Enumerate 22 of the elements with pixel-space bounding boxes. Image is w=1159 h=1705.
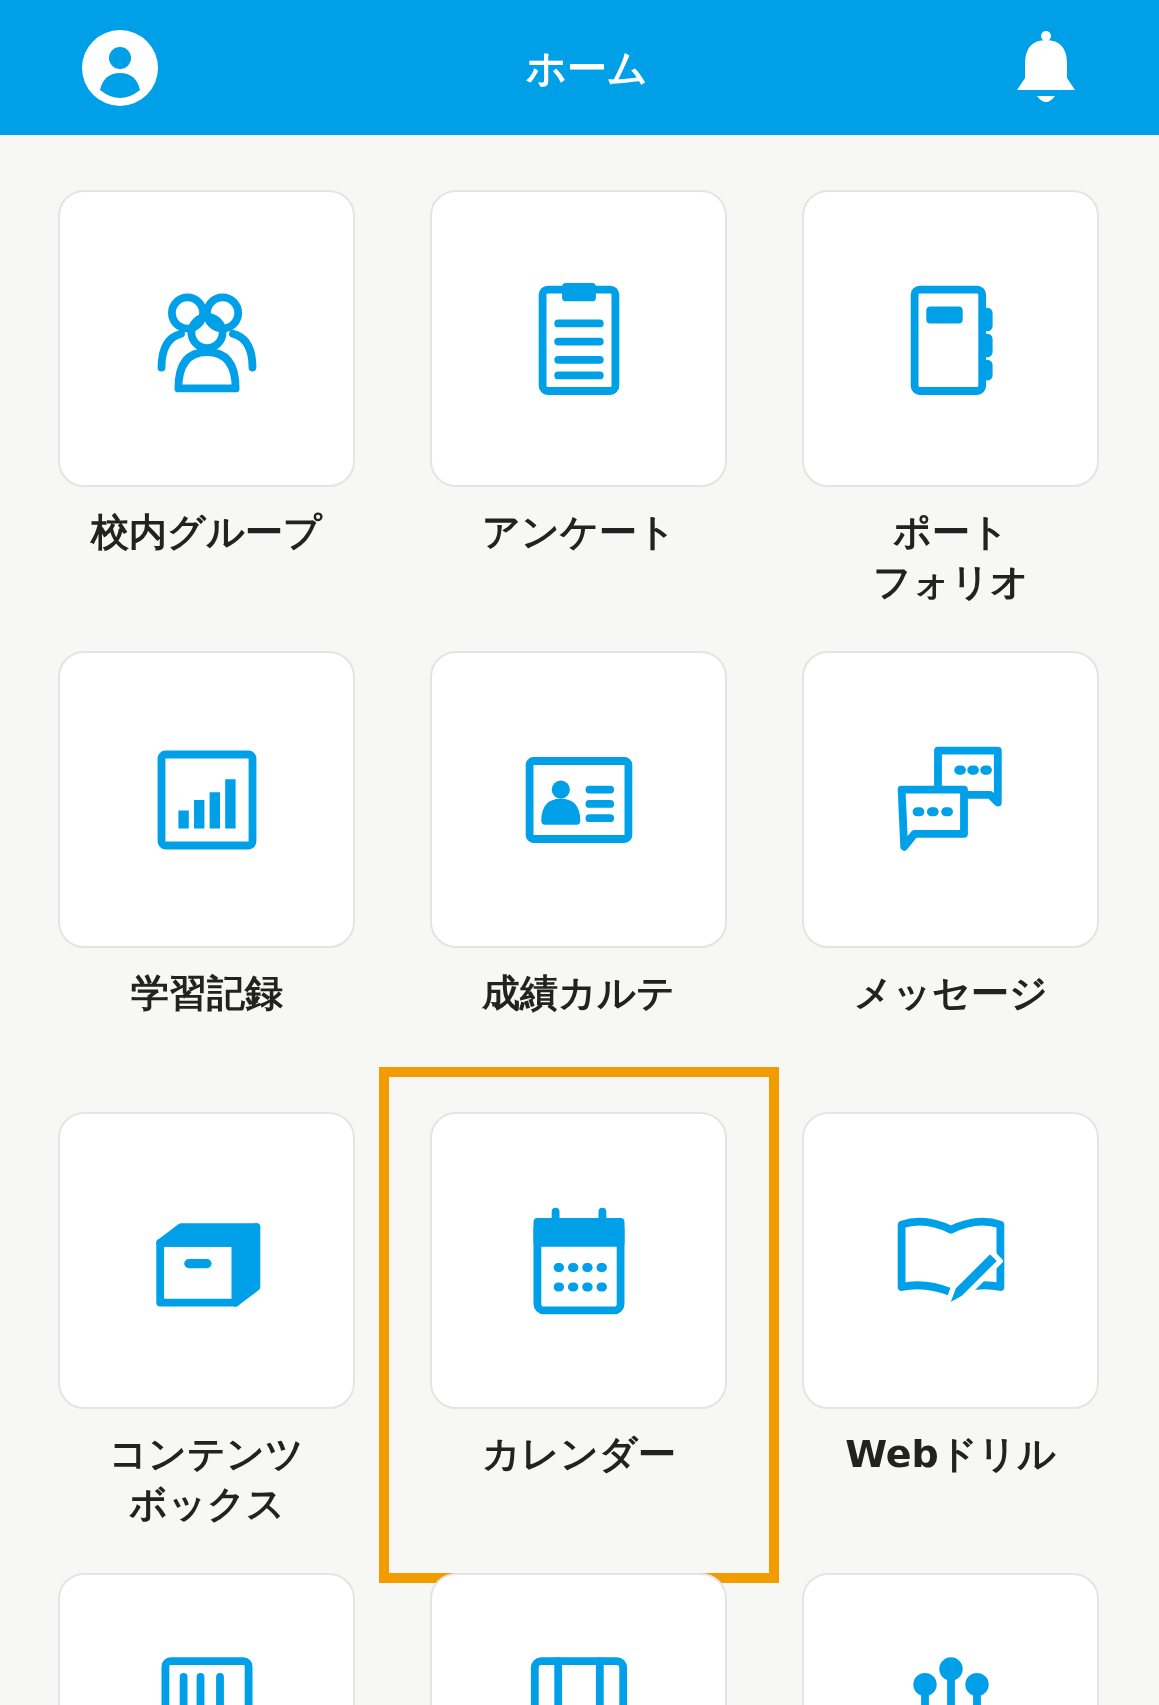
tile-label: ボックス (128, 1481, 285, 1528)
menu-tile[interactable] (58, 1112, 355, 1409)
menu-tile[interactable] (802, 651, 1099, 948)
menu-tile[interactable] (802, 190, 1099, 487)
profile-icon[interactable] (80, 27, 160, 108)
menu-tile[interactable] (430, 651, 727, 948)
menu-tile[interactable] (430, 1112, 727, 1409)
tile-label: Webドリル (845, 1431, 1056, 1478)
tile-label: 成績カルテ (482, 970, 675, 1017)
menu-tile[interactable] (58, 651, 355, 948)
menu-tile[interactable] (802, 1112, 1099, 1409)
tile-label: コンテンツ (109, 1431, 304, 1478)
tile-label: アンケート (481, 509, 676, 556)
tile-label: 学習記録 (130, 970, 283, 1017)
tile-label: 校内グループ (91, 509, 322, 556)
tile-label: カレンダー (481, 1431, 676, 1478)
tile-label: ポート (892, 509, 1009, 556)
menu-tile[interactable] (430, 190, 727, 487)
tile-label: フォリオ (872, 559, 1029, 606)
tile-label: メッセージ (853, 970, 1048, 1017)
page-title: ホーム (525, 43, 648, 93)
menu-tile[interactable] (58, 190, 355, 487)
